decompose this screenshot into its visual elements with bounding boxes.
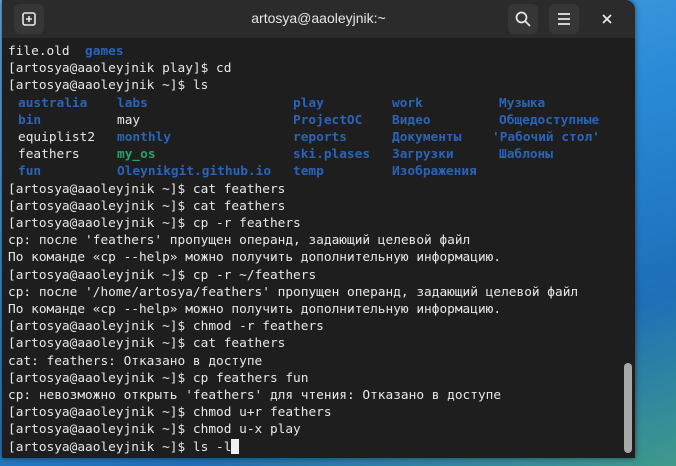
directory-entry: Oleynikgit.github.io bbox=[117, 164, 272, 180]
directory-entry: Музыка bbox=[499, 95, 546, 111]
directory-entry: monthly bbox=[117, 130, 171, 145]
terminal-line: cp: после '/home/artosya/feathers' пропу… bbox=[8, 284, 579, 300]
file-entry: feathers bbox=[18, 147, 80, 163]
terminal-line: [artosya@aaoleyjnik ~]$ cat feathers bbox=[8, 198, 286, 214]
titlebar: artosya@aaoleyjnik:~ bbox=[2, 0, 635, 38]
directory-entry: labs bbox=[117, 95, 148, 111]
command-input[interactable]: [artosya@aaoleyjnik ~]$ ls -l bbox=[8, 440, 231, 455]
terminal-output[interactable]: file.old games [artosya@aaoleyjnik play]$… bbox=[8, 43, 621, 458]
close-button[interactable] bbox=[592, 4, 622, 34]
terminal-line: [artosya@aaoleyjnik ~]$ chmod u+r feathe… bbox=[8, 405, 332, 421]
directory-entry: Общедоступные bbox=[499, 112, 600, 128]
directory-entry: Загрузки bbox=[392, 147, 454, 163]
directory-entry: fun bbox=[18, 164, 42, 180]
terminal-line: По команде «cp --help» можно получить до… bbox=[8, 250, 502, 266]
file-entry: [artosya@aaoleyjnik ~]$ ls bbox=[8, 78, 209, 94]
terminal-line: cp: невозможно открыть 'feathers' для чт… bbox=[8, 388, 502, 403]
directory-entry: temp bbox=[293, 164, 324, 180]
directory-entry: ProjectOC bbox=[293, 112, 363, 128]
directory-entry: australia bbox=[18, 95, 88, 111]
directory-entry: games bbox=[85, 44, 124, 59]
directory-entry: Документы bbox=[392, 130, 462, 145]
terminal-prompt-line: [artosya@aaoleyjnik ~]$ ls -l bbox=[8, 438, 240, 456]
directory-entry: work bbox=[392, 95, 423, 111]
file-entry: may bbox=[117, 112, 141, 128]
terminal-line: [artosya@aaoleyjnik ~]$ cat feathers bbox=[8, 336, 286, 352]
terminal-line: [artosya@aaoleyjnik ~]$ ls bbox=[8, 77, 208, 94]
executable-entry: my_os bbox=[117, 147, 156, 163]
search-button[interactable] bbox=[508, 4, 538, 34]
terminal-line: [artosya@aaoleyjnik ~]$ chmod u-x play bbox=[8, 422, 301, 438]
scrollbar[interactable] bbox=[624, 363, 632, 453]
window-title: artosya@aaoleyjnik:~ bbox=[251, 10, 386, 26]
directory-entry: reports bbox=[293, 130, 347, 145]
terminal-window: artosya@aaoleyjnik:~ file.old games [arto… bbox=[2, 0, 635, 458]
terminal-line: cat: feathers: Отказано в доступе bbox=[8, 353, 263, 369]
terminal-line: file.old games bbox=[8, 43, 124, 60]
directory-entry: Шаблоны bbox=[499, 147, 553, 163]
search-icon bbox=[515, 11, 531, 27]
close-icon bbox=[602, 14, 612, 24]
terminal-line: cp: после 'feathers' пропущен операнд, з… bbox=[8, 233, 471, 249]
directory-entry: play bbox=[293, 95, 324, 111]
terminal-line: По команде «cp --help» можно получить до… bbox=[8, 302, 502, 317]
terminal-line: [artosya@aaoleyjnik ~]$ cp -r feathers bbox=[8, 216, 301, 231]
file-entry: equiplist2 bbox=[18, 130, 96, 145]
file-entry: [artosya@aaoleyjnik play]$ cd bbox=[8, 61, 232, 77]
text-cursor bbox=[231, 438, 240, 454]
directory-entry: Изображения bbox=[392, 164, 477, 180]
directory-entry: 'Рабочий стол' bbox=[492, 130, 600, 145]
file-entry: file.old bbox=[8, 44, 86, 59]
menu-button[interactable] bbox=[549, 4, 579, 34]
terminal-line: [artosya@aaoleyjnik ~]$ cat feathers bbox=[8, 181, 286, 197]
hamburger-menu-icon bbox=[558, 13, 570, 25]
terminal-line: [artosya@aaoleyjnik ~]$ chmod -r feather… bbox=[8, 319, 324, 335]
directory-entry: Видео bbox=[392, 112, 431, 128]
terminal-line: [artosya@aaoleyjnik play]$ cd bbox=[8, 60, 231, 77]
directory-entry: ski.plases bbox=[293, 147, 371, 163]
terminal-line: [artosya@aaoleyjnik ~]$ cp feathers fun bbox=[8, 370, 309, 386]
terminal-line: [artosya@aaoleyjnik ~]$ cp -r ~/feathers bbox=[8, 267, 317, 283]
directory-entry: bin bbox=[18, 112, 42, 128]
